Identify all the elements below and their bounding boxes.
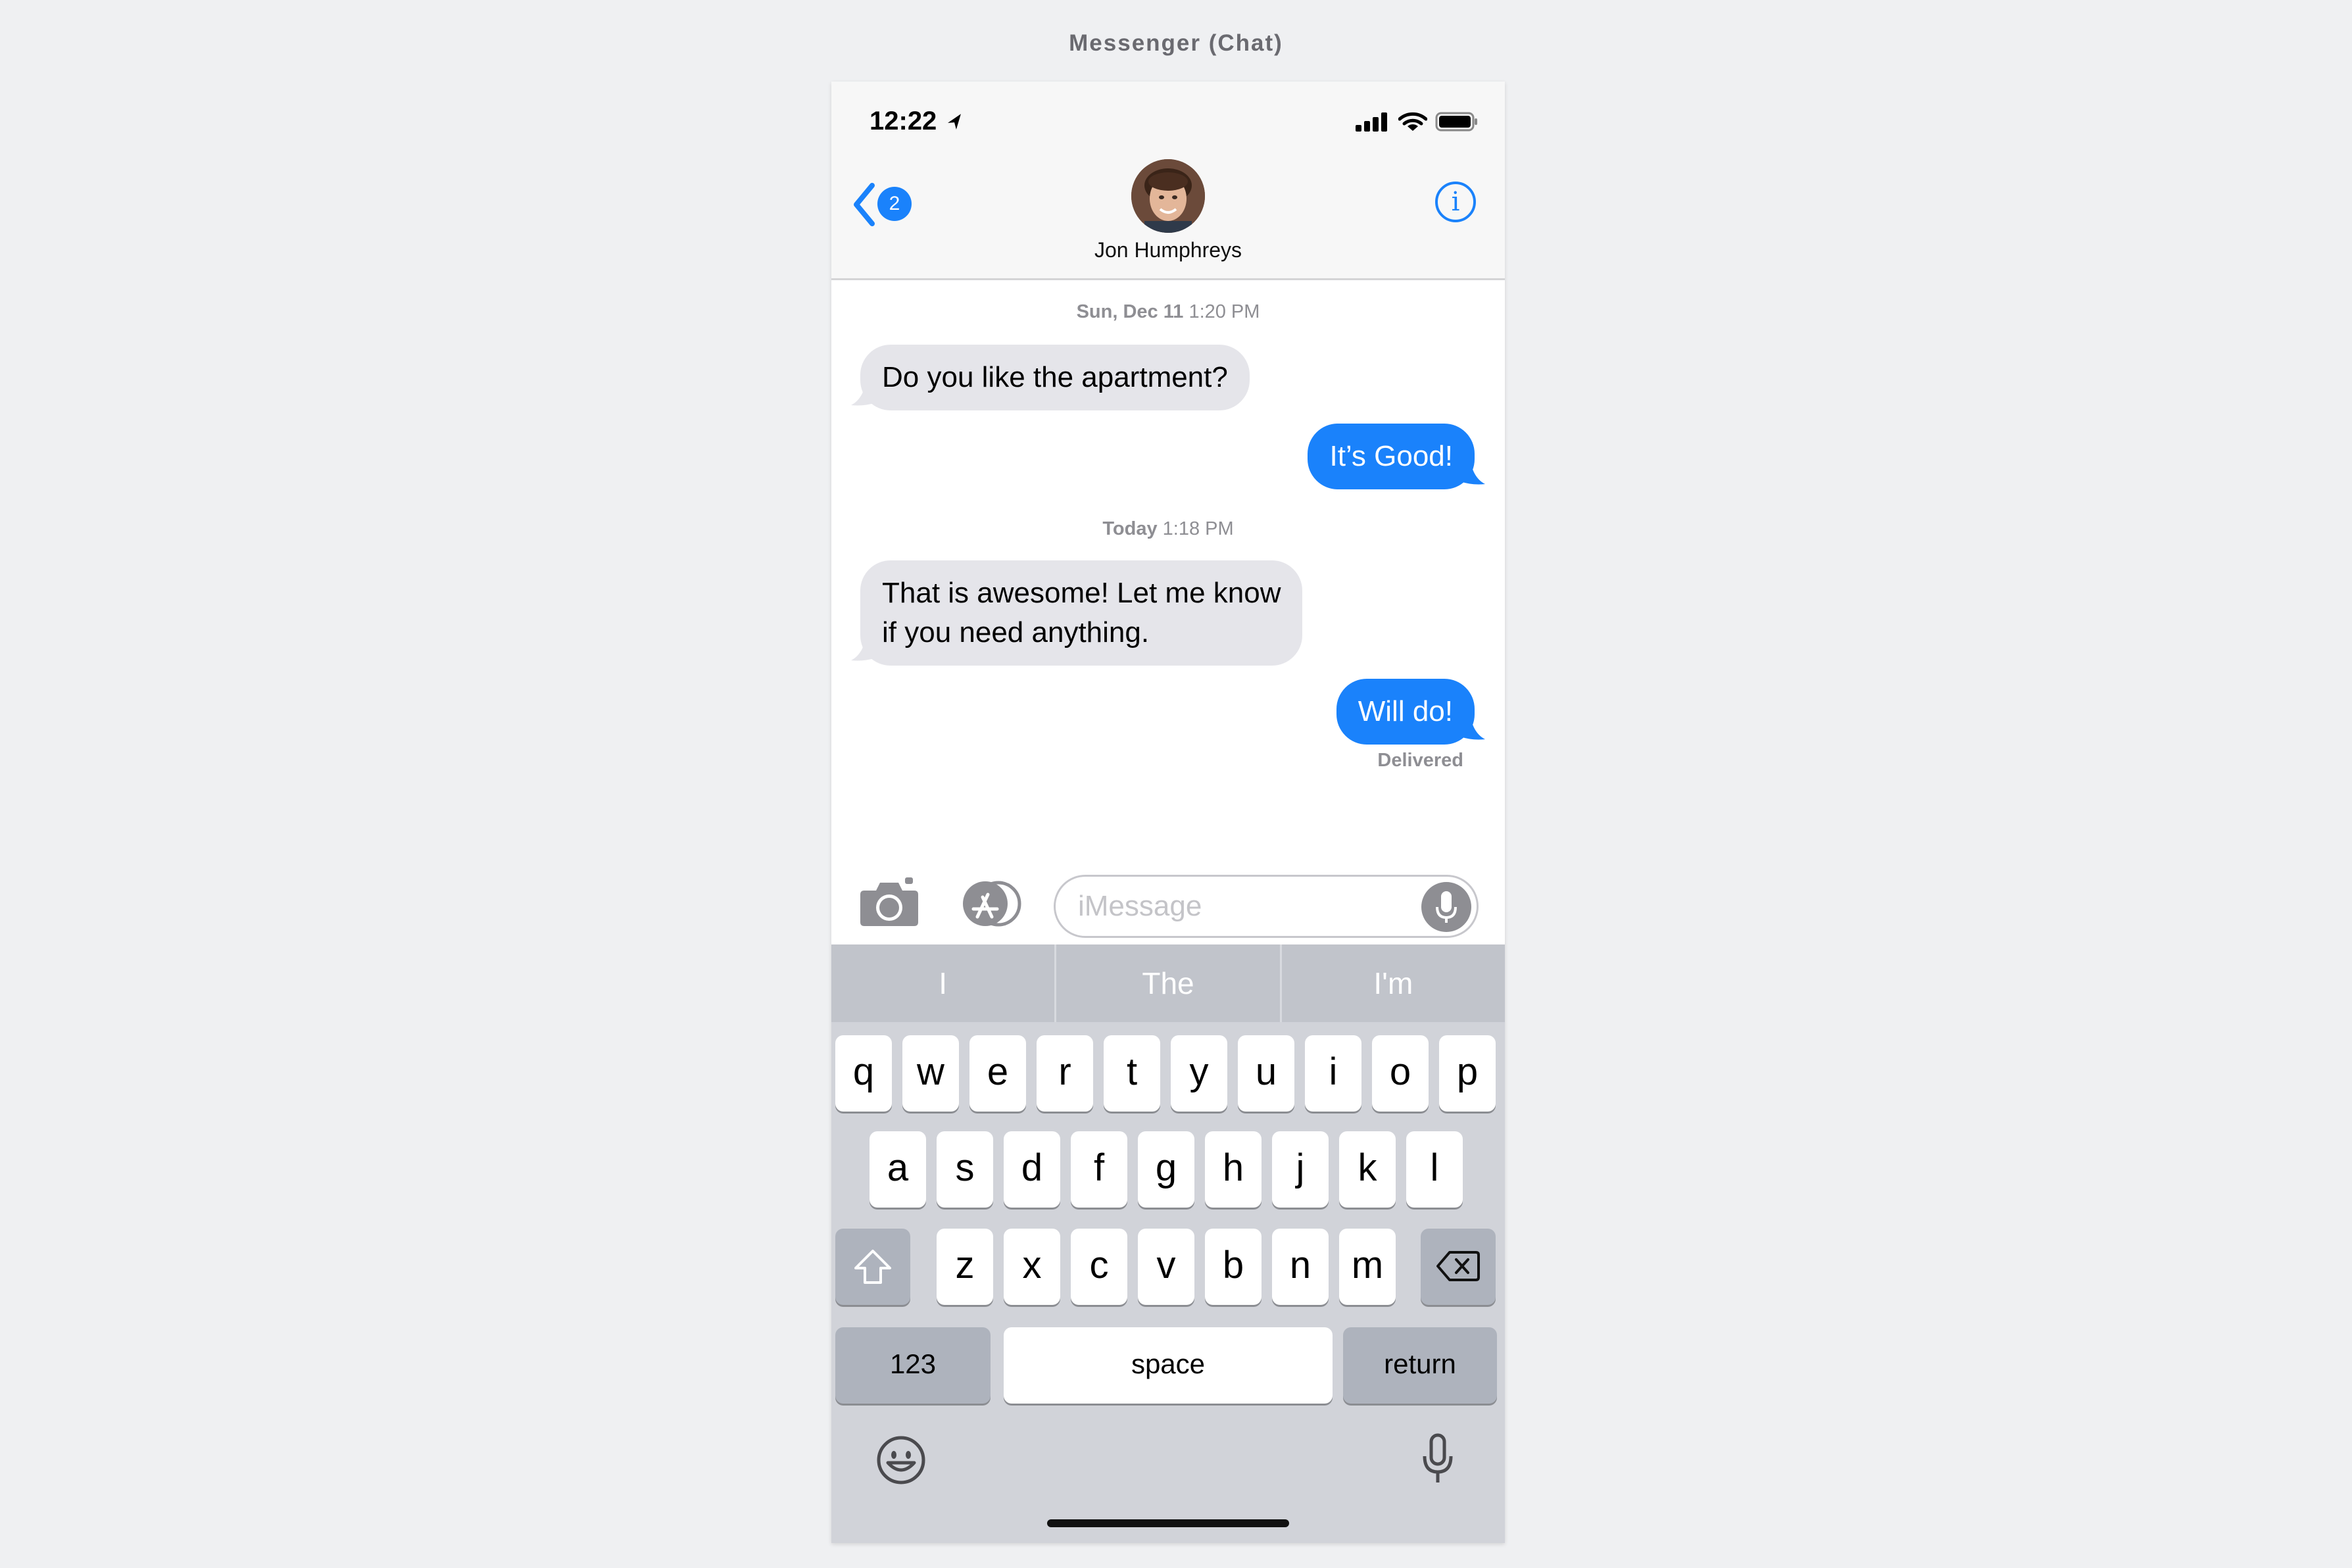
key-l[interactable]: l [1406,1131,1463,1208]
timestamp-time: 1:20 PM [1188,301,1260,322]
suggestion-3[interactable]: I'm [1279,944,1505,1022]
timestamp-day: Today [1102,518,1158,539]
key-t[interactable]: t [1104,1035,1160,1112]
bubble-tail [1460,455,1485,485]
key-u[interactable]: u [1238,1035,1294,1112]
numbers-key[interactable]: 123 [835,1327,991,1404]
phone-screen: 12:22 2 Jon Humphreys i Sun, Dec 11 1:20… [831,82,1505,1543]
key-b[interactable]: b [1205,1229,1262,1305]
key-w[interactable]: w [902,1035,959,1112]
location-arrow-icon [948,114,962,130]
key-g[interactable]: g [1138,1131,1194,1208]
timestamp-time: 1:18 PM [1162,518,1234,539]
info-icon[interactable]: i [1435,182,1476,222]
message-bubble-outgoing[interactable]: It’s Good! [1308,424,1475,489]
key-v[interactable]: v [1138,1229,1194,1305]
key-k[interactable]: k [1339,1131,1396,1208]
contact-photo [1131,159,1205,233]
unread-badge: 2 [877,187,912,221]
status-indicators [1356,112,1479,132]
key-d[interactable]: d [1004,1131,1060,1208]
signal-icon [1356,112,1388,132]
bubble-tail [1460,710,1485,740]
message-bubble-incoming[interactable]: That is awesome! Let me know if you need… [860,560,1303,666]
suggestion-1[interactable]: I [831,944,1054,1022]
battery-icon [1435,112,1477,132]
delivery-status: Delivered [1377,750,1463,771]
app-store-icon [963,881,1021,927]
avatar[interactable] [1131,159,1205,233]
timestamp-2: Today 1:18 PM [831,518,1505,540]
backspace-key[interactable] [1421,1229,1496,1305]
app-store-button[interactable] [955,880,1023,927]
key-m[interactable]: m [1339,1229,1396,1305]
key-y[interactable]: y [1171,1035,1227,1112]
home-indicator[interactable] [1047,1519,1289,1527]
contact-name[interactable]: Jon Humphreys [831,238,1505,262]
message-bubble-incoming[interactable]: Do you like the apartment? [860,345,1250,410]
emoji-icon[interactable] [875,1434,927,1486]
key-r[interactable]: r [1037,1035,1093,1112]
key-h[interactable]: h [1205,1131,1262,1208]
suggestion-2[interactable]: The [1054,944,1279,1022]
camera-button[interactable] [859,877,919,927]
keyboard: I The I'm q w e r t y u i o p a s d f g … [831,944,1505,1543]
key-q[interactable]: q [835,1035,892,1112]
timestamp-1: Sun, Dec 11 1:20 PM [831,301,1505,323]
chevron-left-icon [854,183,875,226]
message-text-line: if you need anything. [882,616,1150,649]
shift-key[interactable] [835,1229,910,1305]
key-j[interactable]: j [1272,1131,1329,1208]
status-time: 12:22 [870,107,964,136]
key-p[interactable]: p [1439,1035,1496,1112]
conversation-header: 12:22 2 Jon Humphreys i [831,82,1505,280]
wifi-icon [1398,112,1428,131]
bubble-tail [851,631,876,661]
key-i[interactable]: i [1305,1035,1361,1112]
message-placeholder: iMessage [1078,890,1202,922]
predictive-bar: I The I'm [831,944,1505,1022]
return-key[interactable]: return [1343,1327,1497,1404]
audio-message-button[interactable] [1421,882,1471,932]
message-text: It’s Good! [1329,440,1453,472]
key-c[interactable]: c [1071,1229,1127,1305]
backspace-icon [1436,1251,1480,1281]
space-key[interactable]: space [1004,1327,1333,1404]
microphone-icon [1436,891,1457,923]
key-o[interactable]: o [1372,1035,1429,1112]
key-x[interactable]: x [1004,1229,1060,1305]
key-e[interactable]: e [969,1035,1026,1112]
message-input[interactable]: iMessage [1054,875,1479,938]
key-z[interactable]: z [937,1229,993,1305]
camera-icon [860,877,918,926]
timestamp-day: Sun, Dec 11 [1076,301,1184,322]
message-text: Will do! [1358,695,1453,727]
key-a[interactable]: a [870,1131,926,1208]
dictation-mic-icon[interactable] [1418,1433,1458,1486]
shift-icon [854,1250,891,1284]
page-title: Messenger (Chat) [1069,30,1283,56]
key-f[interactable]: f [1071,1131,1127,1208]
message-text: Do you like the apartment? [882,361,1228,393]
bubble-tail [851,376,876,406]
message-bubble-outgoing[interactable]: Will do! [1336,679,1475,745]
key-n[interactable]: n [1272,1229,1329,1305]
message-text-line: That is awesome! Let me know [882,577,1281,609]
key-s[interactable]: s [937,1131,993,1208]
status-time-label: 12:22 [870,107,937,135]
